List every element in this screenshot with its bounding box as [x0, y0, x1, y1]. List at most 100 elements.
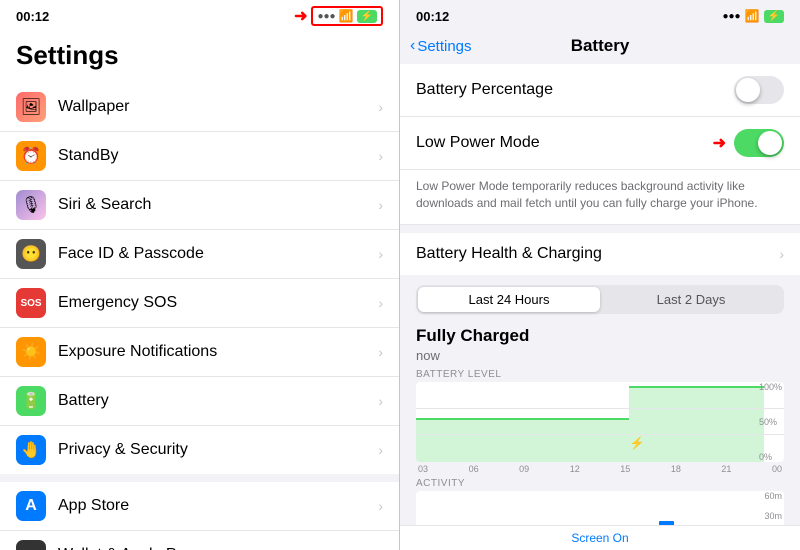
- chart-y-100: 100%: [759, 382, 782, 392]
- low-power-description: Low Power Mode temporarily reduces backg…: [400, 170, 800, 225]
- battery-percentage-row: Battery Percentage: [400, 64, 800, 117]
- time-tabs: Last 24 Hours Last 2 Days: [416, 285, 784, 314]
- chart-y-0: 0%: [759, 452, 782, 462]
- signal-box: ●●● 📶 ⚡: [311, 6, 383, 26]
- charge-time: now: [400, 348, 800, 369]
- appstore-icon: A: [16, 491, 46, 521]
- battery-level-section: BATTERY LEVEL ⚡ 100% 50% 0% 03 06: [400, 369, 800, 550]
- right-battery-icon: ⚡: [764, 10, 784, 23]
- low-power-row: Low Power Mode ➜: [400, 117, 800, 170]
- tab-2d[interactable]: Last 2 Days: [600, 287, 782, 312]
- wifi-icon: 📶: [339, 9, 354, 23]
- battery-chart: ⚡ 100% 50% 0%: [416, 382, 784, 462]
- appstore-label: App Store: [58, 497, 378, 515]
- wallpaper-label: Wallpaper: [58, 98, 378, 116]
- screen-on-bar: Screen On: [400, 525, 800, 550]
- x-label-06: 06: [469, 464, 479, 474]
- tab-24h[interactable]: Last 24 Hours: [418, 287, 600, 312]
- left-status-bar: 00:12 ➜ ●●● 📶 ⚡: [0, 0, 399, 32]
- x-label-00: 00: [772, 464, 782, 474]
- toggle-knob-lowpower: [758, 131, 782, 155]
- x-label-09: 09: [519, 464, 529, 474]
- standby-label: StandBy: [58, 147, 378, 165]
- lightning-icon: ⚡: [629, 436, 644, 450]
- screen-on-label: Screen On: [571, 531, 628, 545]
- siri-label: Siri & Search: [58, 196, 378, 214]
- battery-health-row[interactable]: Battery Health & Charging ›: [400, 233, 800, 275]
- wallpaper-chevron: ›: [378, 99, 383, 115]
- appstore-chevron: ›: [378, 498, 383, 514]
- chart-fill-high: [629, 386, 764, 462]
- left-status-icons: ➜ ●●● 📶 ⚡: [294, 6, 383, 26]
- x-label-21: 21: [721, 464, 731, 474]
- back-label: Settings: [417, 38, 471, 55]
- battery-percentage-label: Battery Percentage: [416, 81, 734, 99]
- right-status-icons: ●●● 📶 ⚡: [722, 9, 784, 23]
- settings-list: 🖼 Wallpaper › ⏰ StandBy › 🎙 Siri & Searc…: [0, 83, 399, 550]
- standby-icon: ⏰: [16, 141, 46, 171]
- settings-row-battery[interactable]: ➜ 🔋 Battery ›: [0, 377, 399, 426]
- x-label-15: 15: [620, 464, 630, 474]
- back-chevron-icon: ‹: [410, 37, 415, 55]
- battery-percentage-toggle[interactable]: [734, 76, 784, 104]
- charge-status: Fully Charged: [400, 320, 800, 348]
- settings-section-1: 🖼 Wallpaper › ⏰ StandBy › 🎙 Siri & Searc…: [0, 83, 399, 474]
- toggle-knob-percentage: [736, 78, 760, 102]
- battery-content: Battery Percentage Low Power Mode ➜ Low …: [400, 64, 800, 550]
- wallet-label: Wallet & Apple Pay: [58, 546, 378, 550]
- emergencysos-chevron: ›: [378, 295, 383, 311]
- settings-panel: 00:12 ➜ ●●● 📶 ⚡ Settings 🖼 Wallpaper ›: [0, 0, 400, 550]
- exposure-label: Exposure Notifications: [58, 343, 378, 361]
- privacy-label: Privacy & Security: [58, 441, 378, 459]
- activity-y-60: 60m: [764, 491, 782, 501]
- activity-chart-label: ACTIVITY: [416, 478, 784, 489]
- settings-row-exposure[interactable]: ☀️ Exposure Notifications ›: [0, 328, 399, 377]
- battery-options-card: Battery Percentage Low Power Mode ➜ Low …: [400, 64, 800, 225]
- settings-row-faceid[interactable]: 😶 Face ID & Passcode ›: [0, 230, 399, 279]
- grid-line-top: [416, 408, 784, 409]
- standby-chevron: ›: [378, 148, 383, 164]
- x-label-18: 18: [671, 464, 681, 474]
- battery-label: Battery: [58, 392, 378, 410]
- wallet-icon: 💳: [16, 540, 46, 550]
- settings-row-wallet[interactable]: 💳 Wallet & Apple Pay ›: [0, 531, 399, 550]
- settings-row-emergencysos[interactable]: SOS Emergency SOS ›: [0, 279, 399, 328]
- privacy-chevron: ›: [378, 442, 383, 458]
- x-label-12: 12: [570, 464, 580, 474]
- battery-status-icon: ⚡: [357, 10, 377, 23]
- settings-section-2: A App Store › 💳 Wallet & Apple Pay ›: [0, 482, 399, 550]
- settings-row-privacy[interactable]: 🤚 Privacy & Security ›: [0, 426, 399, 474]
- settings-row-standby[interactable]: ⏰ StandBy ›: [0, 132, 399, 181]
- battery-chevron: ›: [378, 393, 383, 409]
- siri-chevron: ›: [378, 197, 383, 213]
- settings-row-appstore[interactable]: A App Store ›: [0, 482, 399, 531]
- battery-page-title: Battery: [571, 36, 630, 56]
- faceid-chevron: ›: [378, 246, 383, 262]
- right-nav: ‹ Settings Battery: [400, 32, 800, 64]
- battery-icon: 🔋: [16, 386, 46, 416]
- chart-y-50: 50%: [759, 417, 782, 427]
- emergencysos-label: Emergency SOS: [58, 294, 378, 312]
- chart-x-labels: 03 06 09 12 15 18 21 00: [416, 464, 784, 474]
- settings-row-wallpaper[interactable]: 🖼 Wallpaper ›: [0, 83, 399, 132]
- settings-title: Settings: [0, 32, 399, 83]
- right-wifi-icon: 📶: [745, 9, 760, 23]
- red-arrow-left: ➜: [294, 6, 307, 26]
- right-time: 00:12: [416, 9, 449, 24]
- siri-icon: 🎙: [16, 190, 46, 220]
- chart-fill-low: [416, 418, 629, 462]
- faceid-label: Face ID & Passcode: [58, 245, 378, 263]
- back-button[interactable]: ‹ Settings: [410, 37, 472, 55]
- exposure-chevron: ›: [378, 344, 383, 360]
- right-status-bar: 00:12 ●●● 📶 ⚡: [400, 0, 800, 32]
- settings-row-siri[interactable]: 🎙 Siri & Search ›: [0, 181, 399, 230]
- chart-y-labels: 100% 50% 0%: [759, 382, 782, 462]
- wallpaper-icon: 🖼: [16, 92, 46, 122]
- x-label-03: 03: [418, 464, 428, 474]
- faceid-icon: 😶: [16, 239, 46, 269]
- battery-panel: 00:12 ●●● 📶 ⚡ ‹ Settings Battery Battery…: [400, 0, 800, 550]
- low-power-toggle[interactable]: [734, 129, 784, 157]
- battery-health-chevron: ›: [779, 246, 784, 262]
- exposure-icon: ☀️: [16, 337, 46, 367]
- low-power-label: Low Power Mode: [416, 134, 713, 152]
